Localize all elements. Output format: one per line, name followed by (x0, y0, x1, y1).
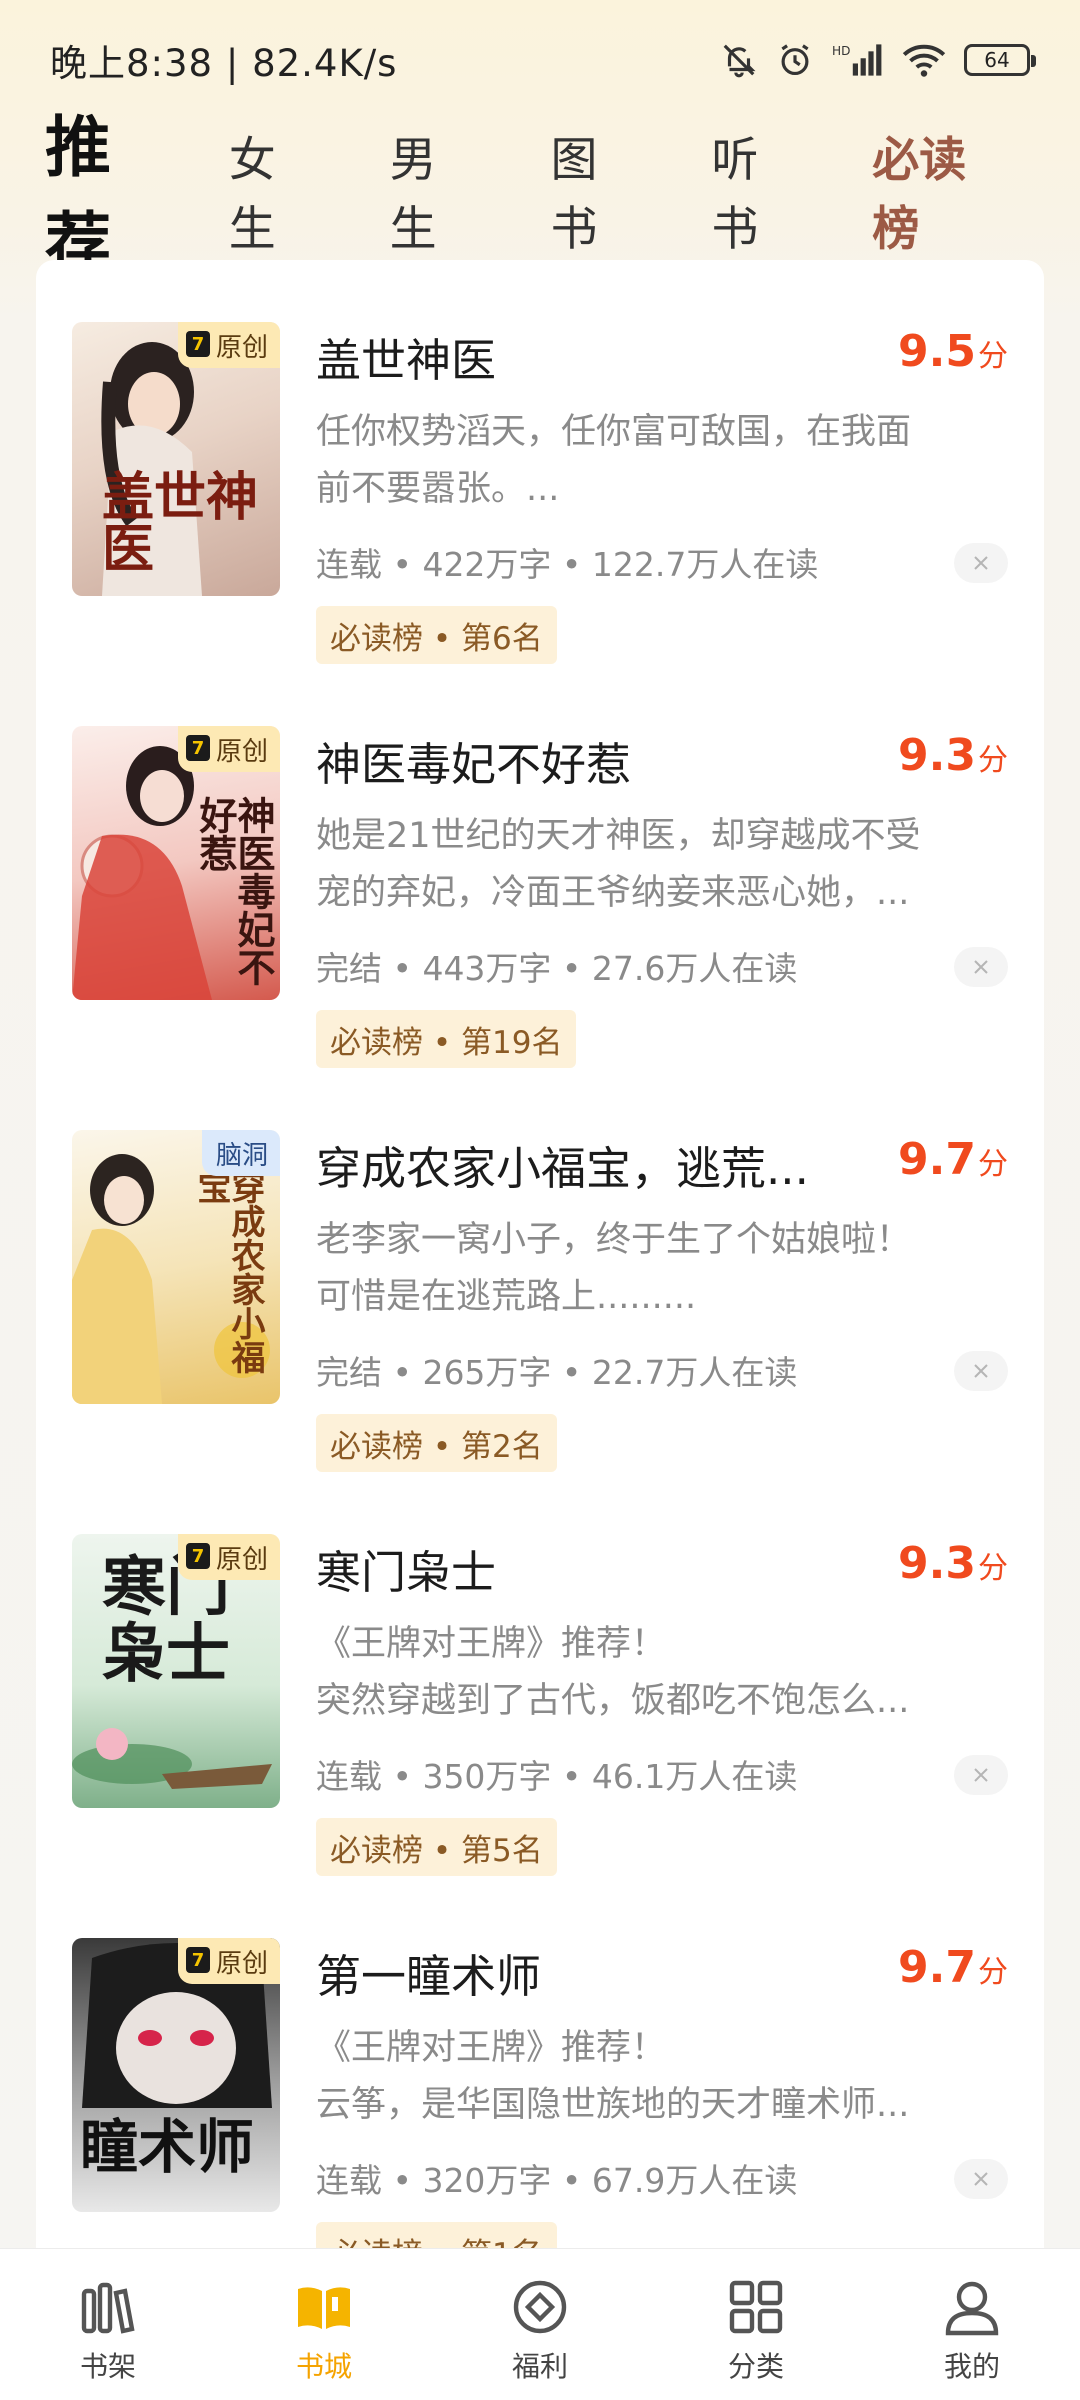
book-title[interactable]: 第一瞳术师 (316, 1940, 541, 2005)
original-logo-icon: 7 (185, 331, 210, 357)
book-item[interactable]: 神医毒妃不好惹 7 原创 神医毒妃不好惹 9.3 分 她是21世纪的天才神医，却穿… (36, 664, 1044, 1068)
status-icons: HD 64 (720, 41, 1036, 79)
book-cover[interactable]: 穿成农家小福宝 脑洞 (72, 1130, 280, 1404)
tab-male[interactable]: 男生 (390, 121, 484, 259)
book-description: 《王牌对王牌》推荐！ 突然穿越到了古代，饭都吃不饱怎么... (316, 1624, 910, 1721)
tab-recommend[interactable]: 推荐 (45, 94, 177, 314)
book-title[interactable]: 寒门枭士 (316, 1536, 496, 1601)
signal-icon: HD (832, 44, 882, 76)
close-icon (974, 960, 988, 974)
rank-badge[interactable]: 必读榜 • 第2名 (316, 1414, 557, 1472)
tab-audio[interactable]: 听书 (711, 121, 805, 259)
dismiss-button[interactable] (954, 1755, 1008, 1795)
tab-must-read[interactable]: 必读榜 (872, 121, 1013, 259)
original-logo-icon: 7 (185, 1947, 210, 1973)
book-title[interactable]: 神医毒妃不好惹 (316, 728, 631, 793)
book-score: 9.5 分 (898, 326, 1008, 377)
category-icon (729, 2280, 783, 2334)
book-meta: 连载 • 320万字 • 67.9万人在读 (316, 2161, 798, 2200)
dismiss-button[interactable] (954, 2159, 1008, 2199)
cover-tag: 7 原创 (177, 1938, 280, 1984)
book-description: 她是21世纪的天才神医，却穿越成不受 宠的弃妃，冷面王爷纳妾来恶心她，... (316, 816, 921, 913)
book-cover[interactable]: 盖世神医 7 原创 (72, 322, 280, 596)
book-description: 任你权势滔天，任你富可敌国，在我面 前不要嚣张。... (316, 412, 912, 509)
tab-female[interactable]: 女生 (229, 121, 323, 259)
book-item[interactable]: 穿成农家小福宝 脑洞 穿成农家小福宝，逃荒... 9.7 分 老李家一窝小子，终于… (36, 1068, 1044, 1472)
original-logo-icon: 7 (185, 1543, 210, 1569)
book-meta: 完结 • 265万字 • 22.7万人在读 (316, 1353, 798, 1392)
rank-badge[interactable]: 必读榜 • 第5名 (316, 1818, 557, 1876)
cover-title: 盖世神医 (102, 467, 259, 580)
book-score: 9.7 分 (898, 1134, 1008, 1185)
nav-bookstore[interactable]: 书城 (216, 2249, 432, 2400)
cover-title: 穿成农家小福宝 (191, 1170, 265, 1374)
book-title[interactable]: 盖世神医 (316, 324, 496, 389)
book-meta: 连载 • 422万字 • 122.7万人在读 (316, 545, 819, 584)
battery-level: 64 (984, 48, 1010, 72)
nav-welfare[interactable]: 福利 (432, 2249, 648, 2400)
dismiss-button[interactable] (954, 1351, 1008, 1391)
alarm-icon (781, 44, 809, 76)
book-score: 9.7 分 (898, 1942, 1008, 1993)
dismiss-button[interactable] (954, 947, 1008, 987)
nav-category[interactable]: 分类 (648, 2249, 864, 2400)
book-cover[interactable]: 寒门枭士 7 原创 (72, 1534, 280, 1808)
category-tabs: 推荐 女生 男生 图书 听书 必读榜 (0, 109, 1080, 314)
close-icon (974, 1768, 988, 1782)
cover-tag: 7 原创 (177, 1534, 280, 1580)
book-description: 老李家一窝小子，终于生了个姑娘啦！ 可惜是在逃荒路上......... (316, 1220, 912, 1317)
bookshelf-icon (81, 2282, 135, 2334)
mute-bell-icon (723, 44, 756, 78)
close-icon (974, 2172, 988, 2186)
book-cover[interactable]: 瞳术师 7 原创 (72, 1938, 280, 2212)
cover-title: 神医毒妃不好惹 (193, 796, 276, 986)
book-meta: 连载 • 350万字 • 46.1万人在读 (316, 1757, 798, 1796)
bottom-nav: 书架 书城 福利 分类 我的 (0, 2248, 1080, 2400)
book-cover[interactable]: 神医毒妃不好惹 7 原创 (72, 726, 280, 1000)
tab-books[interactable]: 图书 (551, 121, 645, 259)
book-score: 9.3 分 (898, 730, 1008, 781)
cover-tag: 脑洞 (201, 1130, 280, 1176)
status-time-speed: 晚上8:38 | 82.4K/s (50, 42, 398, 85)
book-description: 《王牌对王牌》推荐！ 云筝，是华国隐世族地的天才瞳术师... (316, 2028, 910, 2125)
cover-title: 瞳术师 (80, 2113, 255, 2181)
original-logo-icon: 7 (185, 735, 210, 761)
rank-badge[interactable]: 必读榜 • 第6名 (316, 606, 557, 664)
close-icon (974, 1364, 988, 1378)
book-score: 9.3 分 (898, 1538, 1008, 1589)
wifi-icon (902, 44, 946, 77)
cover-tag: 7 原创 (177, 726, 280, 772)
profile-icon (945, 2281, 999, 2336)
book-meta: 完结 • 443万字 • 27.6万人在读 (316, 949, 798, 988)
book-list: 盖世神医 7 原创 盖世神医 9.5 分 任你权势滔天，任你富可敌国，在我面 前不… (36, 260, 1044, 2280)
svg-text:HD: HD (832, 44, 850, 58)
bookstore-icon (298, 2287, 350, 2329)
battery-icon: 64 (964, 44, 1036, 76)
nav-profile[interactable]: 我的 (864, 2249, 1080, 2400)
book-item[interactable]: 瞳术师 7 原创 第一瞳术师 9.7 分 《王牌对王牌》推荐！ 云筝，是华国隐世族… (36, 1876, 1044, 2280)
nav-bookshelf[interactable]: 书架 (0, 2249, 216, 2400)
book-item[interactable]: 盖世神医 7 原创 盖世神医 9.5 分 任你权势滔天，任你富可敌国，在我面 前不… (36, 260, 1044, 664)
book-title[interactable]: 穿成农家小福宝，逃荒... (316, 1132, 809, 1197)
welfare-icon (513, 2280, 567, 2334)
rank-badge[interactable]: 必读榜 • 第19名 (316, 1010, 577, 1068)
cover-tag: 7 原创 (177, 322, 280, 368)
dismiss-button[interactable] (954, 543, 1008, 583)
close-icon (974, 556, 988, 570)
book-item[interactable]: 寒门枭士 7 原创 寒门枭士 9.3 分 《王牌对王牌》推荐！ 突然穿越到了古代，… (36, 1472, 1044, 1876)
